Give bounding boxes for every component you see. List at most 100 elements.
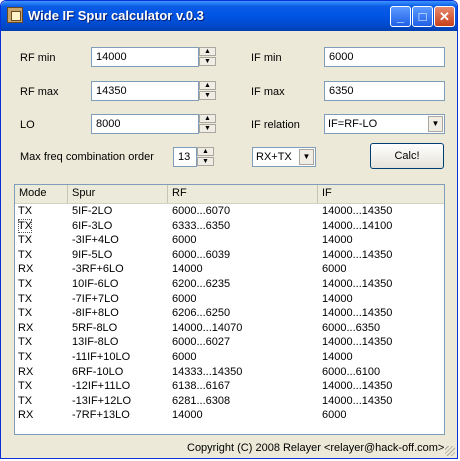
cell-if: 14000...14350 — [322, 205, 393, 217]
cell-if: 14000...14350 — [322, 380, 393, 393]
cell-spur: 6RF-10LO — [72, 365, 124, 378]
cell-mode: TX — [18, 218, 33, 233]
cell-mode: TX — [18, 277, 33, 290]
rf-min-up-icon[interactable]: ▲ — [199, 47, 216, 56]
cell-rf: 6000...6070 — [172, 205, 231, 217]
cell-rf: 6200...6235 — [172, 277, 231, 290]
cell-rf: 6000 — [172, 234, 197, 247]
table-row[interactable]: RX 5RF-8LO 14000...14070 6000...6350 — [15, 321, 444, 336]
maximize-button[interactable]: □ — [412, 6, 433, 27]
copyright-text: Copyright (C) 2008 Relayer <relayer@hack… — [187, 442, 445, 454]
table-row[interactable]: TX -12IF+11LO 6138...6167 14000...14350 — [15, 379, 444, 394]
chevron-down-icon[interactable]: ▼ — [299, 149, 314, 165]
table-row[interactable]: TX 9IF-5LO 6000...6039 14000...14350 — [15, 248, 444, 263]
cell-spur: -12IF+11LO — [72, 380, 131, 393]
resize-grip-icon[interactable] — [445, 446, 455, 456]
table-row[interactable]: TX -3IF+4LO 6000 14000 — [15, 233, 444, 248]
cell-mode: TX — [18, 350, 33, 363]
cell-rf: 14000 — [172, 263, 203, 276]
cell-mode: TX — [18, 394, 33, 407]
rf-max-input[interactable]: 14350 — [91, 81, 199, 101]
cell-rf: 6000 — [172, 292, 197, 305]
if-relation-value: IF=RF-LO — [328, 118, 378, 130]
max-order-input[interactable]: 13 — [173, 147, 197, 167]
table-row[interactable]: TX 13IF-8LO 6000...6027 14000...14350 — [15, 335, 444, 350]
table-row[interactable]: TX -7IF+7LO 6000 14000 — [15, 292, 444, 307]
cell-mode: TX — [18, 336, 33, 349]
table-row[interactable]: TX -13IF+12LO 6281...6308 14000...14350 — [15, 394, 444, 409]
cell-spur: -7RF+13LO — [72, 409, 130, 422]
cell-spur: 5IF-2LO — [72, 205, 113, 217]
close-button[interactable]: ✕ — [434, 6, 455, 27]
if-min-label: IF min — [251, 52, 282, 64]
max-order-up-icon[interactable]: ▲ — [197, 147, 214, 156]
table-body: TX 5IF-2LO 6000...6070 14000...14350 TX 6IF-3… — [15, 204, 444, 423]
lo-input[interactable]: 8000 — [91, 114, 199, 134]
rf-max-down-icon[interactable]: ▼ — [199, 91, 216, 100]
lo-up-icon[interactable]: ▲ — [199, 114, 216, 123]
table-row[interactable]: RX -7RF+13LO 14000 6000 — [15, 408, 444, 423]
lo-label: LO — [20, 119, 35, 131]
table-row[interactable]: RX -3RF+6LO 14000 6000 — [15, 262, 444, 277]
cell-if: 6000...6100 — [322, 365, 381, 378]
cell-if: 6000 — [322, 263, 347, 276]
max-order-spinner[interactable]: ▲ ▼ — [197, 147, 214, 167]
window-title: Wide IF Spur calculator v.0.3 — [28, 8, 204, 23]
table-row[interactable]: TX -11IF+10LO 6000 14000 — [15, 350, 444, 365]
max-order-label: Max freq combination order — [20, 151, 154, 163]
cell-rf: 14000 — [172, 409, 203, 422]
if-relation-label: IF relation — [251, 119, 300, 131]
rf-min-spinner[interactable]: ▲ ▼ — [199, 47, 216, 67]
cell-mode: RX — [18, 409, 34, 422]
cell-spur: -13IF+12LO — [72, 394, 132, 407]
cell-rf: 6000...6039 — [172, 248, 231, 261]
rf-max-up-icon[interactable]: ▲ — [199, 81, 216, 90]
cell-mode: RX — [18, 365, 34, 378]
chevron-down-icon[interactable]: ▼ — [428, 116, 443, 132]
cell-spur: 10IF-6LO — [72, 277, 119, 290]
column-header-mode[interactable]: Mode — [15, 185, 68, 203]
cell-if: 6000 — [322, 409, 347, 422]
cell-mode: TX — [18, 248, 33, 261]
cell-spur: 6IF-3LO — [72, 219, 113, 232]
rf-max-spinner[interactable]: ▲ ▼ — [199, 81, 216, 101]
rf-max-label: RF max — [20, 86, 59, 98]
cell-mode: TX — [18, 307, 33, 320]
column-header-if[interactable]: IF — [318, 185, 444, 203]
cell-if: 14000...14350 — [322, 307, 393, 320]
table-row[interactable]: TX 6IF-3LO 6333...6350 14000...14100 — [15, 218, 444, 234]
cell-spur: 13IF-8LO — [72, 336, 119, 349]
cell-if: 14000...14350 — [322, 394, 393, 407]
cell-spur: 5RF-8LO — [72, 321, 118, 334]
table-row[interactable]: RX 6RF-10LO 14333...14350 6000...6100 — [15, 365, 444, 380]
table-row[interactable]: TX 10IF-6LO 6200...6235 14000...14350 — [15, 277, 444, 292]
calc-button[interactable]: Calc! — [370, 143, 444, 169]
cell-if: 14000 — [322, 292, 353, 305]
rf-min-input[interactable]: 14000 — [91, 47, 199, 67]
column-header-rf[interactable]: RF — [168, 185, 318, 203]
cell-if: 14000 — [322, 350, 353, 363]
cell-rf: 6000...6027 — [172, 336, 231, 349]
lo-spinner[interactable]: ▲ ▼ — [199, 114, 216, 134]
cell-mode: TX — [18, 205, 33, 217]
mode-select[interactable]: RX+TX ▼ — [252, 147, 316, 167]
if-max-input[interactable]: 6350 — [324, 81, 445, 101]
max-order-down-icon[interactable]: ▼ — [197, 157, 214, 166]
if-min-input[interactable]: 6000 — [324, 47, 445, 67]
minimize-button[interactable]: _ — [390, 6, 411, 27]
table-row[interactable]: TX -8IF+8LO 6206...6250 14000...14350 — [15, 306, 444, 321]
spur-results-table[interactable]: Mode Spur RF IF TX 5IF-2LO 6000...6070 1400… — [14, 184, 445, 435]
cell-if: 14000...14350 — [322, 277, 393, 290]
lo-down-icon[interactable]: ▼ — [199, 124, 216, 133]
app-icon — [7, 7, 23, 23]
cell-spur: -3RF+6LO — [72, 263, 124, 276]
cell-rf: 14000...14070 — [172, 321, 243, 334]
title-bar[interactable]: Wide IF Spur calculator v.0.3 _ □ ✕ — [1, 1, 457, 31]
cell-spur: -7IF+7LO — [72, 292, 119, 305]
column-header-spur[interactable]: Spur — [68, 185, 168, 203]
rf-min-down-icon[interactable]: ▼ — [199, 57, 216, 66]
cell-if: 6000...6350 — [322, 321, 381, 334]
if-relation-select[interactable]: IF=RF-LO ▼ — [324, 114, 445, 134]
table-row[interactable]: TX 5IF-2LO 6000...6070 14000...14350 — [15, 204, 444, 219]
cell-rf: 6333...6350 — [172, 219, 231, 232]
